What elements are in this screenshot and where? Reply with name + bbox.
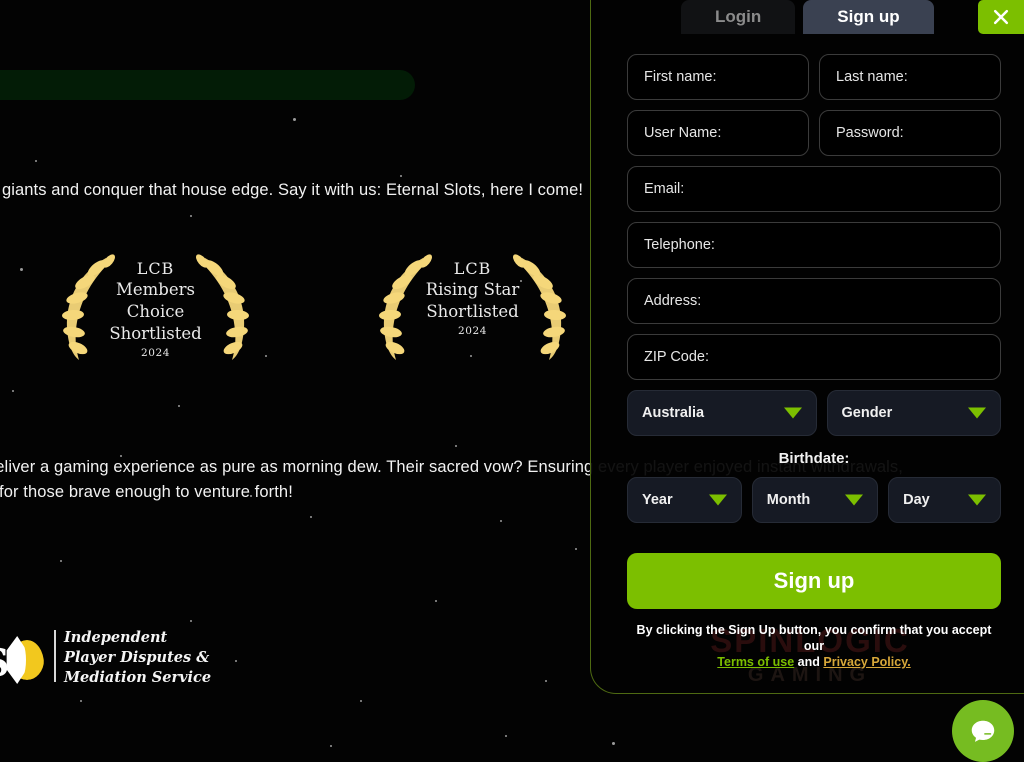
star-dot — [190, 215, 192, 217]
birth-year-select[interactable]: Year — [627, 477, 742, 523]
star-dot — [400, 175, 402, 177]
award-badge-text: LCB Members Choice Shortlisted 2024 — [100, 258, 211, 359]
star-dot — [455, 445, 457, 447]
award-badge-text: LCB Rising Star Shortlisted 2024 — [417, 258, 528, 337]
background-paragraph-1: n giants and conquer that house edge. Sa… — [0, 181, 584, 199]
star-dot — [612, 742, 615, 745]
award-year: 2024 — [140, 347, 171, 359]
award-org: LCB — [136, 259, 175, 278]
birthdate-row: Year Month Day — [627, 477, 1001, 523]
star-dot — [35, 160, 37, 162]
ibas-divider — [54, 630, 56, 682]
star-dot — [545, 680, 547, 682]
star-dot — [12, 390, 14, 392]
email-row: Email: — [627, 166, 1001, 212]
green-accent-bar — [0, 70, 415, 100]
star-dot — [500, 520, 502, 522]
terms-of-use-link[interactable]: Terms of use — [717, 655, 794, 669]
chat-widget-button[interactable] — [952, 700, 1014, 762]
address-input[interactable]: Address: — [627, 278, 1001, 324]
privacy-policy-link[interactable]: Privacy Policy. — [823, 655, 910, 669]
telephone-input[interactable]: Telephone: — [627, 222, 1001, 268]
address-row: Address: — [627, 278, 1001, 324]
first-name-input[interactable]: First name: — [627, 54, 809, 100]
star-dot — [80, 700, 82, 702]
star-dot — [310, 516, 312, 518]
close-icon — [993, 9, 1009, 25]
close-button[interactable] — [978, 0, 1024, 34]
awards-row: LCB Members Choice Shortlisted 2024 LCB … — [40, 252, 580, 372]
chevron-down-icon — [708, 494, 727, 506]
password-input[interactable]: Password: — [819, 110, 1001, 156]
star-dot — [360, 700, 362, 702]
telephone-row: Telephone: — [627, 222, 1001, 268]
award-line2: Shortlisted — [426, 302, 519, 321]
page-root: n giants and conquer that house edge. Sa… — [0, 0, 1024, 762]
ibas-line-2: Player Disputes & — [64, 649, 210, 666]
name-row: First name: Last name: — [627, 54, 1001, 100]
country-select[interactable]: Australia — [627, 390, 817, 436]
country-select-value: Australia — [642, 405, 705, 421]
star-dot — [235, 660, 237, 662]
star-dot — [190, 620, 192, 622]
signup-submit-button[interactable]: Sign up — [627, 553, 1001, 609]
terms-conjunction: and — [797, 655, 820, 669]
ibas-logo: S Independent Player Disputes & Mediatio… — [0, 624, 212, 690]
last-name-input[interactable]: Last name: — [819, 54, 1001, 100]
chevron-down-icon — [845, 494, 864, 506]
gender-select-value: Gender — [841, 405, 893, 421]
tab-signup[interactable]: Sign up — [803, 0, 934, 34]
star-dot — [435, 600, 437, 602]
star-dot — [60, 560, 62, 562]
star-dot — [178, 405, 180, 407]
award-org: LCB — [453, 259, 492, 278]
signup-modal: SPINLOGIC GAMING Login Sign up First nam… — [590, 0, 1024, 694]
birth-year-value: Year — [642, 492, 673, 508]
ibas-mark-icon: S — [0, 628, 46, 686]
signup-form: First name: Last name: User Name: Passwo… — [627, 54, 1001, 670]
ibas-line-1: Independent — [64, 629, 168, 646]
chevron-down-icon — [968, 407, 986, 419]
zip-code-input[interactable]: ZIP Code: — [627, 334, 1001, 380]
tab-login[interactable]: Login — [681, 0, 796, 34]
star-dot — [20, 268, 23, 271]
star-dot — [293, 118, 296, 121]
birth-day-select[interactable]: Day — [888, 477, 1001, 523]
chat-bubble-icon — [971, 720, 995, 742]
award-line1: Members Choice — [116, 280, 195, 321]
zip-row: ZIP Code: — [627, 334, 1001, 380]
star-dot — [330, 745, 332, 747]
birth-month-select[interactable]: Month — [751, 477, 879, 523]
ibas-text: Independent Player Disputes & Mediation … — [64, 628, 211, 688]
birthdate-label: Birthdate: — [778, 450, 850, 467]
terms-prefix: By clicking the Sign Up button, you conf… — [636, 623, 992, 653]
award-line2: Shortlisted — [109, 324, 202, 343]
country-gender-row: Australia Gender — [627, 390, 1001, 436]
user-name-input[interactable]: User Name: — [627, 110, 809, 156]
ibas-line-3: Mediation Service — [64, 669, 212, 686]
chevron-down-icon — [783, 407, 802, 419]
email-input[interactable]: Email: — [627, 166, 1001, 212]
chevron-down-icon — [967, 494, 986, 506]
birth-month-value: Month — [766, 492, 811, 508]
award-line1: Rising Star — [425, 280, 520, 299]
terms-disclaimer: By clicking the Sign Up button, you conf… — [627, 622, 1001, 670]
birth-day-value: Day — [903, 492, 930, 508]
award-year: 2024 — [457, 325, 488, 337]
credentials-row: User Name: Password: — [627, 110, 1001, 156]
modal-tabs: Login Sign up — [681, 0, 934, 34]
star-dot — [575, 548, 577, 550]
star-dot — [505, 735, 507, 737]
gender-select[interactable]: Gender — [826, 390, 1001, 436]
award-badge-members-choice: LCB Members Choice Shortlisted 2024 — [48, 252, 263, 367]
award-badge-rising-star: LCB Rising Star Shortlisted 2024 — [365, 252, 580, 367]
